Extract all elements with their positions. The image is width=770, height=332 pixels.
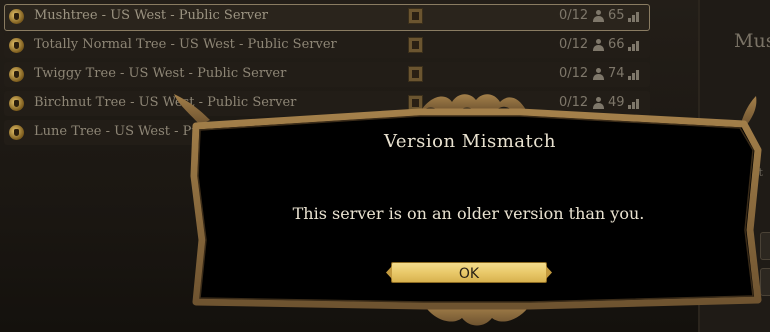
ok-button-label: OK [458,266,480,282]
left-claw [174,94,210,125]
ok-button[interactable]: OK [391,262,547,283]
dialog-title: Version Mismatch [384,131,556,152]
dialog-message: This server is on an older version than … [292,204,645,223]
dialog-frame [174,94,762,326]
